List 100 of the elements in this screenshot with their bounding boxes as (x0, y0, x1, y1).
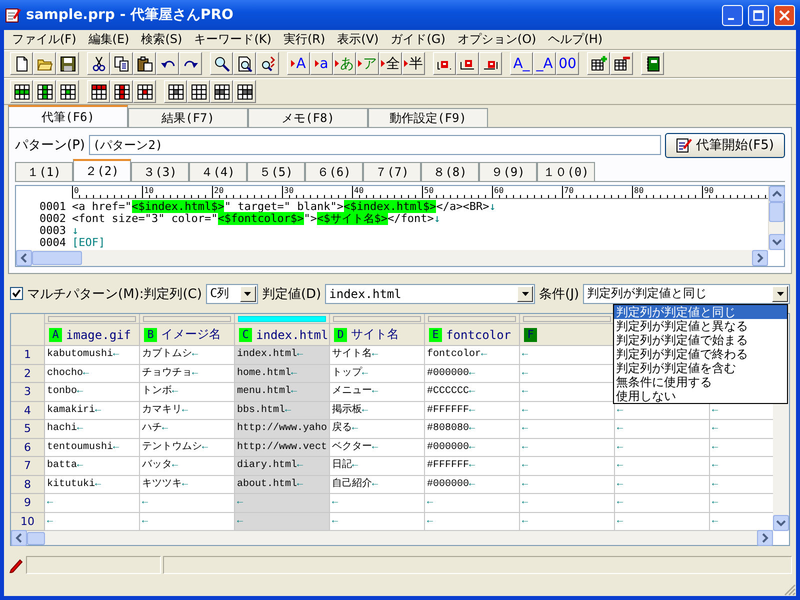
toolbar-button[interactable]: _A (533, 52, 556, 76)
table-cell[interactable]: kamakiri← (45, 402, 140, 420)
table-cell[interactable]: #FFFFFF← (425, 402, 520, 420)
column-header[interactable]: B イメージ名 (140, 324, 235, 346)
dropdown-option[interactable]: 無条件に使用する (614, 374, 787, 389)
table-cell[interactable]: http://www.yaho (235, 420, 330, 439)
table-cell[interactable]: ← (520, 402, 615, 420)
table-cell[interactable]: #000000← (425, 476, 520, 494)
menu-item[interactable]: 実行(R) (277, 31, 332, 48)
text-editor[interactable]: 0 10 20 30 40 50 60 70 80 90 0001 <a href="<$index.html$>" target="_blank"><$index.html$></a><BR>↓ 0002 <font size="3" color="<$fontcolor$>"><$サイト名$></font>↓ 0003 ↓ 0004 [EOF] (15, 185, 785, 268)
table-cell[interactable]: ← (520, 494, 615, 513)
table-cell[interactable]: ベクター← (330, 438, 425, 458)
table-cell[interactable]: #808080← (425, 420, 520, 439)
column-header[interactable]: E fontcolor (425, 324, 520, 346)
table-cell[interactable]: ← (615, 438, 710, 458)
menu-item[interactable]: 編集(E) (82, 31, 136, 48)
tab[interactable]: １(1) (15, 162, 73, 182)
tab[interactable]: ２(2) (73, 159, 131, 182)
table-cell[interactable]: kitutuki← (45, 476, 140, 494)
tab[interactable]: １０(0) (537, 162, 595, 182)
table-cell[interactable]: #000000← (425, 438, 520, 458)
table-cell[interactable]: ← (615, 476, 710, 494)
table-cell[interactable]: menu.html← (235, 383, 330, 402)
menu-item[interactable]: ガイド(G) (384, 31, 452, 48)
table-cell[interactable]: about.html← (235, 476, 330, 494)
tab[interactable]: メモ(F8) (248, 108, 368, 128)
tab[interactable]: ９(9) (479, 162, 537, 182)
tab[interactable]: ８(8) (421, 162, 479, 182)
table-cell[interactable]: ← (520, 383, 615, 402)
toolbar-button[interactable]: A (287, 52, 310, 76)
menu-item[interactable]: ファイル(F) (6, 31, 82, 48)
table-cell[interactable]: 日記← (330, 457, 425, 476)
table-cell[interactable]: batta← (45, 457, 140, 476)
menu-item[interactable]: 表示(V) (331, 31, 385, 48)
condition-dropdown[interactable]: 判定列が判定値と同じ (583, 284, 790, 304)
tab[interactable]: ４(4) (189, 162, 247, 182)
table-cell[interactable]: kabutomushi← (45, 346, 140, 365)
column-header[interactable]: D サイト名 (330, 324, 425, 346)
toolbar-button[interactable]: a (310, 52, 333, 76)
table-cell[interactable]: diary.html← (235, 457, 330, 476)
table-cell[interactable]: #000000← (425, 364, 520, 384)
table-cell[interactable]: ← (520, 457, 615, 476)
table-cell[interactable]: サイト名← (330, 346, 425, 365)
menu-item[interactable]: オプション(O) (451, 31, 542, 48)
table-cell[interactable]: http://www.vect (235, 438, 330, 458)
table-cell[interactable]: ← (520, 476, 615, 494)
tab[interactable]: 結果(F7) (128, 108, 248, 128)
table-cell[interactable]: ← (520, 346, 615, 365)
dropdown-option[interactable]: 判定列が判定値と同じ (614, 304, 787, 319)
toolbar-button[interactable]: 00 (556, 52, 579, 76)
menu-item[interactable]: 検索(S) (135, 31, 188, 48)
table-cell[interactable]: #CCCCCC← (425, 383, 520, 402)
table-cell[interactable]: hachi← (45, 420, 140, 439)
table-cell[interactable]: bbs.html← (235, 402, 330, 420)
table-cell[interactable]: 掲示板← (330, 402, 425, 420)
toolbar-button[interactable]: 半 (402, 52, 425, 76)
pattern-field[interactable]: (パターン2) (88, 135, 662, 156)
table-cell[interactable]: ← (425, 494, 520, 513)
dropdown-option[interactable]: 判定列が判定値を含む (614, 360, 787, 375)
column-header[interactable]: A image.gif (45, 324, 140, 346)
table-cell[interactable]: ← (520, 420, 615, 439)
tab[interactable]: ６(6) (305, 162, 363, 182)
table-cell[interactable]: ← (615, 457, 710, 476)
menu-item[interactable]: ヘルプ(H) (542, 31, 609, 48)
toolbar-button[interactable]: ア (356, 52, 379, 76)
tab[interactable]: ５(5) (247, 162, 305, 182)
table-cell[interactable]: ← (615, 494, 710, 513)
tab[interactable]: ３(3) (131, 162, 189, 182)
table-cell[interactable]: chocho← (45, 364, 140, 384)
table-cell[interactable]: ← (615, 402, 710, 420)
tab[interactable]: ７(7) (363, 162, 421, 182)
table-cell[interactable]: ← (520, 438, 615, 458)
dropdown-option[interactable]: 判定列が判定値で始まる (614, 332, 787, 347)
table-cell[interactable]: home.html← (235, 364, 330, 384)
start-button[interactable]: 代筆開始(F5) (665, 132, 785, 158)
table-cell[interactable]: ← (615, 420, 710, 439)
table-cell[interactable]: #FFFFFF← (425, 457, 520, 476)
dropdown-option[interactable]: 使用しない (614, 388, 787, 403)
table-cell[interactable]: tonbo← (45, 383, 140, 402)
table-cell[interactable]: ← (520, 364, 615, 384)
table-cell[interactable]: メニュー← (330, 383, 425, 402)
toolbar-button[interactable]: 全 (379, 52, 402, 76)
table-cell[interactable]: index.html← (235, 346, 330, 365)
table-cell[interactable]: トップ← (330, 364, 425, 384)
dropdown-option[interactable]: 判定列が判定値と異なる (614, 318, 787, 333)
value-combo[interactable]: index.html (325, 284, 536, 304)
table-cell[interactable]: 戻る← (330, 420, 425, 439)
table-cell[interactable]: 自己紹介← (330, 476, 425, 494)
toolbar-button[interactable]: A_ (510, 52, 533, 76)
table-cell[interactable]: ← (330, 494, 425, 513)
table-cell[interactable]: ← (45, 494, 140, 513)
menu-item[interactable]: キーワード(K) (188, 31, 278, 48)
table-cell[interactable]: tentoumushi← (45, 438, 140, 458)
dropdown-option[interactable]: 判定列が判定値で終わる (614, 346, 787, 361)
column-header[interactable]: C index.html (235, 324, 330, 346)
column-dropdown[interactable]: C列 (206, 284, 258, 304)
tab[interactable]: 動作設定(F9) (368, 108, 488, 128)
tab[interactable]: 代筆(F6) (8, 105, 128, 128)
table-cell[interactable]: fontcolor← (425, 346, 520, 365)
toolbar-button[interactable]: あ (333, 52, 356, 76)
